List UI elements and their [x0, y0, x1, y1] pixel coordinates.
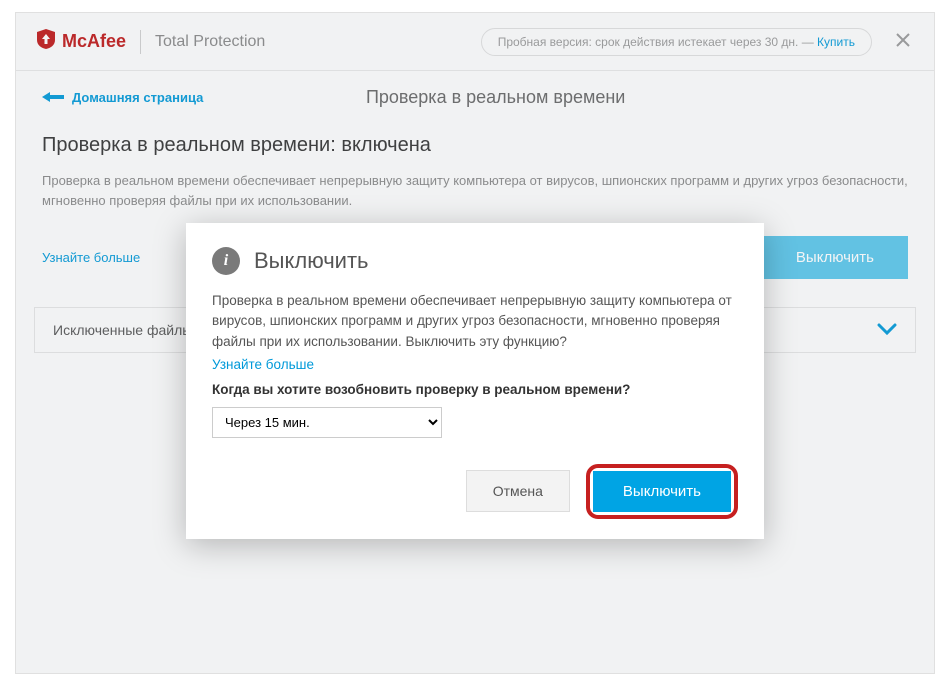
modal-question: Когда вы хотите возобновить проверку в р… — [212, 382, 738, 397]
modal-header: i Выключить — [212, 247, 738, 275]
cancel-button[interactable]: Отмена — [466, 470, 570, 512]
modal-title: Выключить — [254, 248, 369, 274]
app-window: McAfee Total Protection Пробная версия: … — [15, 12, 935, 674]
modal-body-text: Проверка в реальном времени обеспечивает… — [212, 291, 738, 352]
confirm-highlight: Выключить — [586, 464, 738, 519]
modal-actions: Отмена Выключить — [212, 464, 738, 519]
disable-modal: i Выключить Проверка в реальном времени … — [186, 223, 764, 539]
confirm-disable-button[interactable]: Выключить — [593, 471, 731, 512]
resume-time-select[interactable]: Через 15 мин. — [212, 407, 442, 438]
info-icon: i — [212, 247, 240, 275]
modal-overlay: i Выключить Проверка в реальном времени … — [16, 13, 934, 673]
modal-learn-more-link[interactable]: Узнайте больше — [212, 357, 314, 372]
